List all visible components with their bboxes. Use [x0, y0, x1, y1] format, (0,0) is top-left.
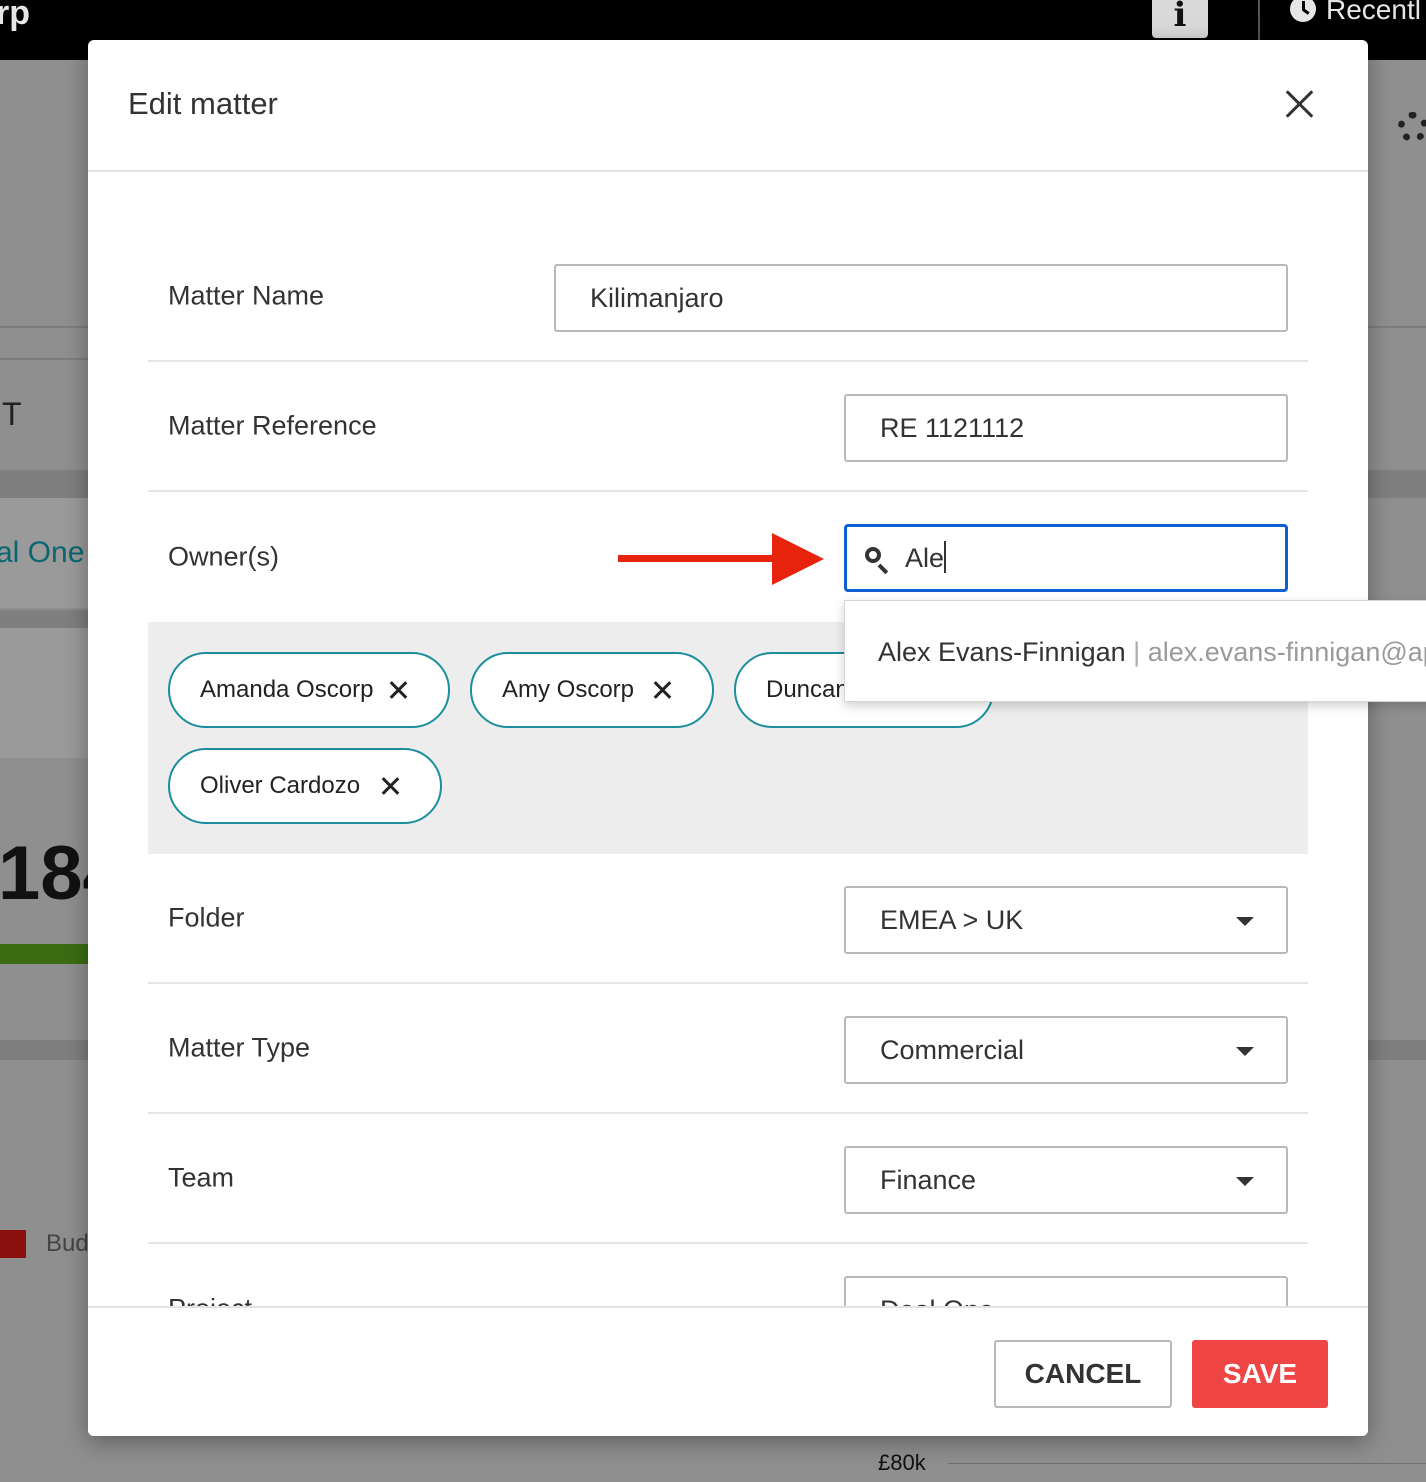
- project-select[interactable]: Deal One: [844, 1276, 1288, 1306]
- suggestion-email: alex.evans-finnigan@ap: [1147, 637, 1426, 667]
- matter-type-label: Matter Type: [168, 1032, 311, 1063]
- recently-viewed-button[interactable]: Recentl: [1290, 0, 1421, 26]
- folder-select[interactable]: EMEA > UK: [844, 886, 1288, 954]
- annotation-arrow: [618, 555, 778, 562]
- background-progress-bar: [0, 944, 100, 964]
- info-label: i: [1173, 0, 1187, 35]
- owner-chip: Amanda Oscorp: [168, 652, 450, 728]
- background-deal-link[interactable]: al One: [0, 536, 84, 570]
- project-label: Project: [168, 1294, 252, 1307]
- matter-type-select[interactable]: Commercial: [844, 1016, 1288, 1084]
- team-label: Team: [168, 1162, 235, 1193]
- budget-legend-label: Bud: [46, 1230, 89, 1257]
- background-axis-tick: £80k: [878, 1450, 926, 1475]
- edit-matter-dialog: Edit matter Matter Name Kilimanjaro Matt…: [88, 40, 1368, 1436]
- info-icon[interactable]: i: [1152, 0, 1208, 38]
- matter-reference-row: Matter Reference RE 1121112: [148, 362, 1308, 492]
- dialog-footer: CANCEL SAVE: [88, 1306, 1368, 1436]
- owner-chip-name: Duncan: [766, 676, 849, 703]
- gear-icon[interactable]: [1398, 112, 1426, 142]
- background-divider: [0, 358, 100, 360]
- team-row: Team Finance: [148, 1114, 1308, 1244]
- save-button[interactable]: SAVE: [1192, 1340, 1328, 1408]
- remove-chip-icon[interactable]: [388, 680, 408, 700]
- matter-type-value: Commercial: [880, 1035, 1025, 1065]
- suggestion-separator: |: [1133, 637, 1141, 667]
- nav-divider: [1258, 0, 1260, 40]
- owner-suggestion-item[interactable]: Alex Evans-Finnigan | alex.evans-finniga…: [844, 600, 1426, 702]
- clock-icon: [1290, 0, 1316, 22]
- project-value: Deal One: [880, 1295, 994, 1306]
- text-cursor: [944, 541, 947, 573]
- suggestion-name: Alex Evans-Finnigan: [878, 637, 1126, 667]
- background-card: [0, 628, 100, 758]
- matter-reference-label: Matter Reference: [168, 410, 377, 441]
- owner-chip: Amy Oscorp: [470, 652, 714, 728]
- background-heading: T: [2, 396, 22, 432]
- matter-reference-input[interactable]: RE 1121112: [844, 394, 1288, 462]
- search-icon: [865, 547, 891, 573]
- matter-name-row: Matter Name Kilimanjaro: [148, 232, 1308, 362]
- matter-name-label: Matter Name: [168, 280, 325, 311]
- cancel-button[interactable]: CANCEL: [994, 1340, 1172, 1408]
- close-icon[interactable]: [1280, 84, 1320, 124]
- project-row: Project Deal One: [148, 1244, 1308, 1306]
- owner-search-value: Ale: [905, 543, 945, 573]
- dialog-body: Matter Name Kilimanjaro Matter Reference…: [88, 174, 1368, 1306]
- remove-chip-icon[interactable]: [380, 776, 400, 796]
- budget-legend-swatch: [0, 1230, 26, 1258]
- owners-label: Owner(s): [168, 541, 280, 572]
- background-gridline: [948, 1463, 1426, 1464]
- matter-name-input[interactable]: Kilimanjaro: [554, 264, 1288, 332]
- owner-chip-name: Amanda Oscorp: [200, 676, 374, 703]
- dialog-title: Edit matter: [128, 86, 278, 121]
- recently-viewed-label: Recentl: [1326, 0, 1421, 25]
- annotation-arrow-head: [772, 533, 824, 585]
- remove-chip-icon[interactable]: [652, 680, 672, 700]
- owner-chip-name: Amy Oscorp: [502, 676, 635, 703]
- dialog-header: Edit matter: [88, 40, 1368, 172]
- brand-name: rp: [0, 0, 30, 32]
- owner-search-input[interactable]: Ale: [844, 524, 1288, 592]
- team-value: Finance: [880, 1165, 977, 1195]
- matter-type-row: Matter Type Commercial: [148, 984, 1308, 1114]
- team-select[interactable]: Finance: [844, 1146, 1288, 1214]
- folder-label: Folder: [168, 902, 245, 933]
- folder-row: Folder EMEA > UK: [148, 854, 1308, 984]
- owner-chip: Oliver Cardozo: [168, 748, 442, 824]
- folder-value: EMEA > UK: [880, 905, 1024, 935]
- owner-chip-name: Oliver Cardozo: [200, 772, 361, 799]
